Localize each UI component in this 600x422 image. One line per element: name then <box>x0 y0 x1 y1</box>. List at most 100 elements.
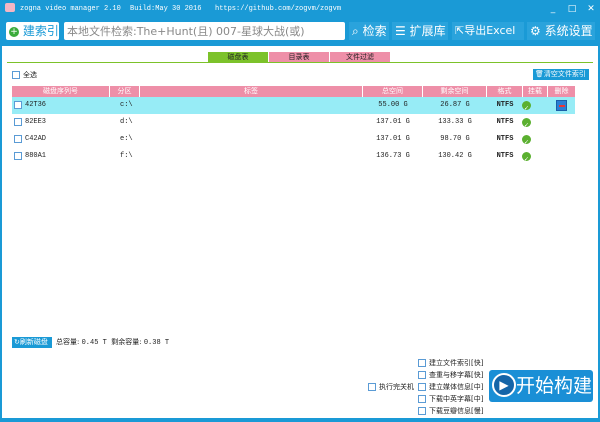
free-space: 130.42 G <box>438 152 472 160</box>
plus-icon: + <box>9 27 19 37</box>
total-space: 137.01 G <box>376 135 410 143</box>
serial: 82EE3 <box>25 118 47 126</box>
search-label: 检索 <box>362 24 387 38</box>
free-space: 26.87 G <box>440 101 470 109</box>
search-button[interactable]: ⌕ 检索 <box>349 22 389 40</box>
serial: 42T36 <box>25 101 47 109</box>
col-serial[interactable]: 磁盘序列号 <box>12 86 110 97</box>
export-label: 导出Excel <box>464 24 516 37</box>
minimize-button[interactable]: _ <box>544 2 562 16</box>
tab-file-filter[interactable]: 文件过滤 <box>330 52 390 62</box>
row-checkbox[interactable] <box>14 101 22 109</box>
option-label: 下载豆瓣信息[慢] <box>429 407 484 415</box>
option-checkbox[interactable] <box>418 407 426 415</box>
check-icon: ✓ <box>522 152 531 164</box>
format: NTFS <box>496 152 514 160</box>
format: NTFS <box>496 135 514 143</box>
partition: d:\ <box>120 118 133 126</box>
col-total[interactable]: 总空间 <box>363 86 423 97</box>
format: NTFS <box>496 101 514 109</box>
row-checkbox[interactable] <box>14 152 22 160</box>
format: NTFS <box>496 118 514 126</box>
play-icon: ▶ <box>492 373 516 397</box>
total-capacity: 0.45 T <box>81 339 107 347</box>
total-capacity-label: 总容量: <box>56 338 80 346</box>
extensions-label: 扩展库 <box>409 24 446 38</box>
option-checkbox[interactable] <box>418 395 426 403</box>
build-index-button[interactable]: + 建索引 <box>6 22 59 40</box>
partition: f:\ <box>120 152 133 160</box>
total-space: 55.00 G <box>378 101 408 109</box>
app-title: zogna video manager 2.10 <box>20 5 121 13</box>
table-header: 磁盘序列号 分区 标签 总空间 剩余空间 格式 挂载 删除 <box>12 86 575 97</box>
row-checkbox[interactable] <box>14 118 22 126</box>
build-index-label: 建索引 <box>22 24 59 38</box>
serial: C42AD <box>25 135 47 143</box>
app-icon <box>5 3 15 12</box>
capacity-summary: 总容量: 0.45 T 剩余容量: 0.38 T <box>56 337 169 349</box>
table-row[interactable]: 880A1 f:\ 136.73 G 130.42 G NTFS ✓ <box>12 148 575 165</box>
select-all-checkbox[interactable] <box>12 71 20 79</box>
select-all[interactable]: 全选 <box>12 70 37 80</box>
option-checkbox[interactable] <box>418 359 426 367</box>
free-space: 133.33 G <box>438 118 472 126</box>
settings-label: 系统设置 <box>544 24 593 38</box>
option-label: 下载中英字幕[中] <box>429 395 484 403</box>
maximize-button[interactable]: □ <box>563 2 581 16</box>
clear-index-button[interactable]: 🗑清空文件索引 <box>533 69 589 80</box>
build-option[interactable]: 建立媒体信息[中] <box>418 382 483 392</box>
search-icon: ⌕ <box>352 24 359 38</box>
row-checkbox[interactable] <box>14 135 22 143</box>
close-button[interactable]: ✕ <box>582 2 600 16</box>
partition: c:\ <box>120 101 133 109</box>
table-row[interactable]: 82EE3 d:\ 137.01 G 133.33 G NTFS ✓ <box>12 114 575 131</box>
free-space: 98.70 G <box>440 135 470 143</box>
shutdown-label: 执行完关机 <box>379 383 414 391</box>
trash-icon: 🗑 <box>535 70 544 78</box>
settings-button[interactable]: ⚙ 系统设置 <box>527 22 595 40</box>
col-partition[interactable]: 分区 <box>110 86 140 97</box>
start-build-button[interactable]: ▶ 开始构建 <box>489 370 593 402</box>
shutdown-option[interactable]: 执行完关机 <box>368 382 414 392</box>
col-delete[interactable]: 删除 <box>548 86 575 97</box>
col-free[interactable]: 剩余空间 <box>423 86 487 97</box>
build-option[interactable]: 查重与移字幕[快] <box>418 370 483 380</box>
option-label: 建立文件索引[快] <box>429 359 484 367</box>
build-option[interactable]: 下载中英字幕[中] <box>418 394 483 404</box>
col-format[interactable]: 格式 <box>487 86 523 97</box>
total-space: 136.73 G <box>376 152 410 160</box>
serial: 880A1 <box>25 152 47 160</box>
select-all-label: 全选 <box>23 71 37 79</box>
build-option[interactable]: 下载豆瓣信息[慢] <box>418 406 483 416</box>
build-option[interactable]: 建立文件索引[快] <box>418 358 483 368</box>
col-label[interactable]: 标签 <box>140 86 363 97</box>
check-icon: ✓ <box>522 118 531 130</box>
gear-icon: ⚙ <box>530 24 541 38</box>
build-info: Build:May 30 2016 <box>130 5 202 13</box>
tab-disks[interactable]: 磁盘表 <box>208 52 268 62</box>
shutdown-checkbox[interactable] <box>368 383 376 391</box>
option-label: 建立媒体信息[中] <box>429 383 484 391</box>
tab-directories[interactable]: 目录表 <box>269 52 329 62</box>
option-checkbox[interactable] <box>418 383 426 391</box>
clear-index-label: 清空文件索引 <box>543 70 586 78</box>
total-space: 137.01 G <box>376 118 410 126</box>
tab-underline <box>7 62 593 63</box>
table-row[interactable]: 42T36 c:\ 55.00 G 26.87 G NTFS ✓ <box>12 97 575 114</box>
free-capacity: 0.38 T <box>143 339 170 347</box>
option-checkbox[interactable] <box>418 371 426 379</box>
refresh-label: 刷新磁盘 <box>19 338 48 346</box>
table-row[interactable]: C42AD e:\ 137.01 G 98.70 G NTFS ✓ <box>12 131 575 148</box>
export-excel-button[interactable]: ⇱导出Excel <box>452 22 524 40</box>
export-icon: ⇱ <box>455 24 465 37</box>
extensions-button[interactable]: ☰ 扩展库 <box>392 22 448 40</box>
search-input[interactable] <box>64 22 345 40</box>
delete-icon[interactable] <box>556 100 567 111</box>
check-icon: ✓ <box>522 135 531 147</box>
col-mounted[interactable]: 挂载 <box>523 86 548 97</box>
check-icon: ✓ <box>522 101 531 113</box>
free-capacity-label: 剩余容量: <box>111 338 142 346</box>
refresh-disks-button[interactable]: ↻刷新磁盘 <box>12 337 52 348</box>
repo-url: https://github.com/zogvm/zogvm <box>215 5 342 13</box>
start-build-label: 开始构建 <box>516 375 593 397</box>
